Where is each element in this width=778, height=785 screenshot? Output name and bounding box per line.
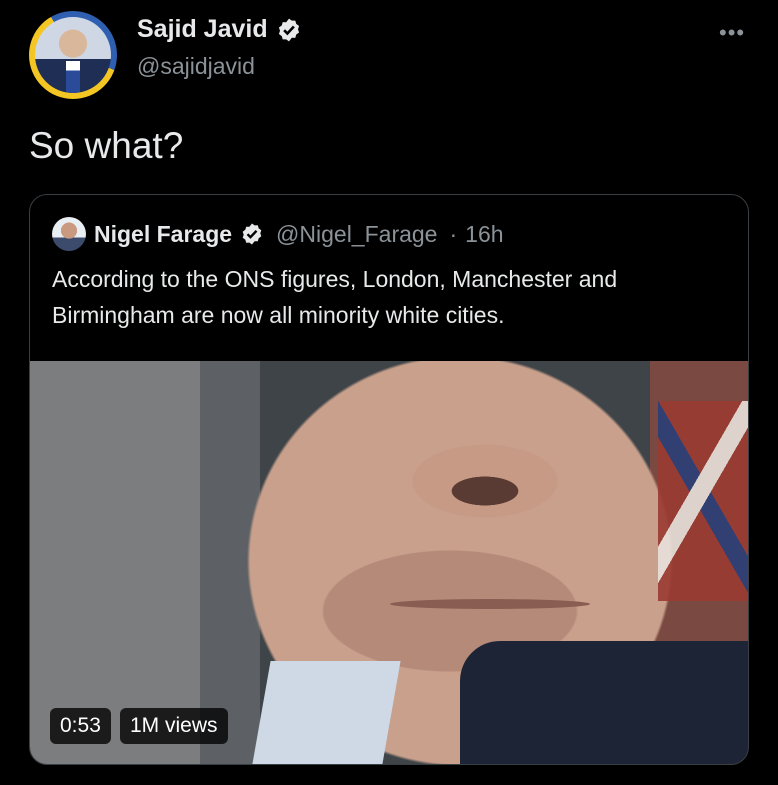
avatar-photo — [35, 17, 111, 93]
meta-separator: · — [449, 220, 458, 247]
video-player[interactable] — [30, 361, 748, 764]
author-name-row: Sajid Javid — [137, 15, 302, 44]
quoted-tweet-header: Nigel Farage @Nigel_Farage · 16h — [52, 217, 504, 251]
quoted-author-name[interactable]: Nigel Farage — [94, 221, 232, 248]
quoted-tweet-card[interactable]: Nigel Farage @Nigel_Farage · 16h Accordi… — [29, 194, 749, 765]
author-handle[interactable]: @sajidjavid — [137, 53, 255, 80]
verified-badge-icon — [278, 18, 299, 41]
quoted-author-avatar[interactable] — [52, 217, 86, 251]
video-views-badge: 1M views — [120, 708, 228, 744]
verified-badge-icon — [242, 223, 262, 245]
more-horizontal-icon[interactable]: ••• — [719, 20, 745, 46]
author-name[interactable]: Sajid Javid — [137, 15, 268, 44]
quoted-tweet-time[interactable]: 16h — [465, 221, 503, 248]
tweet-text: So what? — [29, 125, 184, 166]
background-flag — [658, 401, 748, 601]
author-avatar[interactable] — [29, 11, 117, 99]
video-mouth — [390, 599, 590, 609]
video-jacket — [460, 641, 748, 764]
video-duration-badge: 0:53 — [50, 708, 111, 744]
quoted-tweet-text: According to the ONS figures, London, Ma… — [52, 266, 618, 328]
video-shirt — [249, 661, 401, 764]
quoted-author-handle[interactable]: @Nigel_Farage — [276, 221, 437, 248]
